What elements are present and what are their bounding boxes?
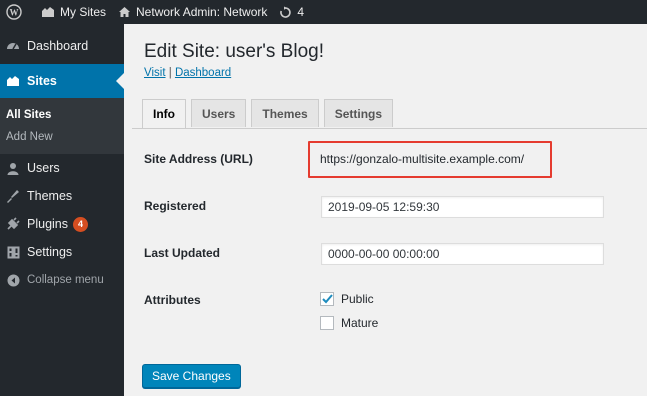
sidebar-item-themes[interactable]: Themes: [0, 182, 124, 210]
submenu-add-new[interactable]: Add New: [0, 126, 124, 148]
plugins-icon: [6, 217, 20, 231]
mature-checkbox[interactable]: [320, 316, 334, 330]
checkmark-icon: [321, 294, 333, 304]
attributes-label: Attributes: [144, 293, 201, 307]
tab-settings[interactable]: Settings: [323, 99, 394, 127]
sidebar-item-label: Users: [27, 161, 60, 175]
dashboard-icon: [6, 39, 20, 53]
collapse-icon: [6, 273, 20, 287]
tab-info[interactable]: Info: [142, 99, 186, 129]
admin-bar: W My Sites Network Admin: Network 4: [0, 0, 647, 24]
sidebar-item-label: Sites: [27, 74, 57, 88]
collapse-menu-button[interactable]: Collapse menu: [0, 266, 124, 294]
sidebar-item-label: Dashboard: [27, 39, 89, 53]
network-admin-menu[interactable]: Network Admin: Network: [112, 0, 273, 24]
home-icon: [119, 7, 131, 17]
site-links: Visit | Dashboard: [144, 67, 231, 79]
public-checkbox[interactable]: [320, 292, 334, 306]
sidebar-item-sites[interactable]: Sites: [0, 64, 124, 98]
site-address-value[interactable]: https://gonzalo-multisite.example.com/: [320, 152, 524, 166]
save-changes-button[interactable]: Save Changes: [142, 364, 241, 388]
main-content: Edit Site: user's Blog! Visit | Dashboar…: [124, 24, 647, 396]
updates-menu[interactable]: 4: [273, 0, 310, 24]
plugins-update-badge: 4: [73, 216, 88, 232]
mature-label: Mature: [341, 316, 379, 330]
visit-link[interactable]: Visit: [144, 67, 166, 79]
sidebar-item-settings[interactable]: Settings: [0, 238, 124, 266]
dashboard-link[interactable]: Dashboard: [175, 67, 231, 79]
sidebar-item-label: Themes: [27, 189, 73, 203]
sidebar-item-users[interactable]: Users: [0, 154, 124, 182]
admin-sidebar: Dashboard Sites All Sites Add New Users …: [0, 24, 124, 396]
edit-site-tabs: Info Users Themes Settings: [142, 99, 398, 129]
collapse-menu-label: Collapse menu: [27, 274, 104, 286]
public-label: Public: [341, 292, 374, 306]
public-checkbox-row[interactable]: Public: [320, 292, 374, 306]
submenu-all-sites[interactable]: All Sites: [0, 104, 124, 126]
sidebar-item-dashboard[interactable]: Dashboard: [0, 32, 124, 60]
tab-users[interactable]: Users: [191, 99, 247, 127]
sidebar-item-label: Settings: [27, 245, 73, 259]
page-title: Edit Site: user's Blog!: [144, 41, 324, 62]
registered-label: Registered: [144, 199, 207, 213]
sites-icon: [6, 74, 20, 88]
svg-text:W: W: [10, 8, 19, 18]
sidebar-item-label: Plugins: [27, 217, 68, 231]
link-separator: |: [168, 67, 172, 79]
site-address-label: Site Address (URL): [144, 152, 253, 166]
updates-icon: [280, 6, 292, 18]
tab-divider: [132, 128, 647, 129]
last-updated-field[interactable]: 0000-00-00 00:00:00: [321, 243, 604, 265]
updates-count: 4: [297, 5, 305, 19]
my-sites-icon: [42, 7, 54, 17]
wordpress-logo-icon[interactable]: W: [0, 0, 35, 24]
mature-checkbox-row[interactable]: Mature: [320, 316, 378, 330]
settings-icon: [6, 245, 20, 259]
tab-themes[interactable]: Themes: [251, 99, 319, 127]
last-updated-label: Last Updated: [144, 246, 221, 260]
themes-icon: [6, 189, 20, 203]
sites-submenu: All Sites Add New: [0, 98, 124, 154]
my-sites-label: My Sites: [60, 5, 107, 19]
registered-field[interactable]: 2019-09-05 12:59:30: [321, 196, 604, 218]
users-icon: [6, 161, 20, 175]
network-admin-label: Network Admin: Network: [136, 5, 268, 19]
my-sites-menu[interactable]: My Sites: [35, 0, 112, 24]
sidebar-item-plugins[interactable]: Plugins 4: [0, 210, 124, 238]
